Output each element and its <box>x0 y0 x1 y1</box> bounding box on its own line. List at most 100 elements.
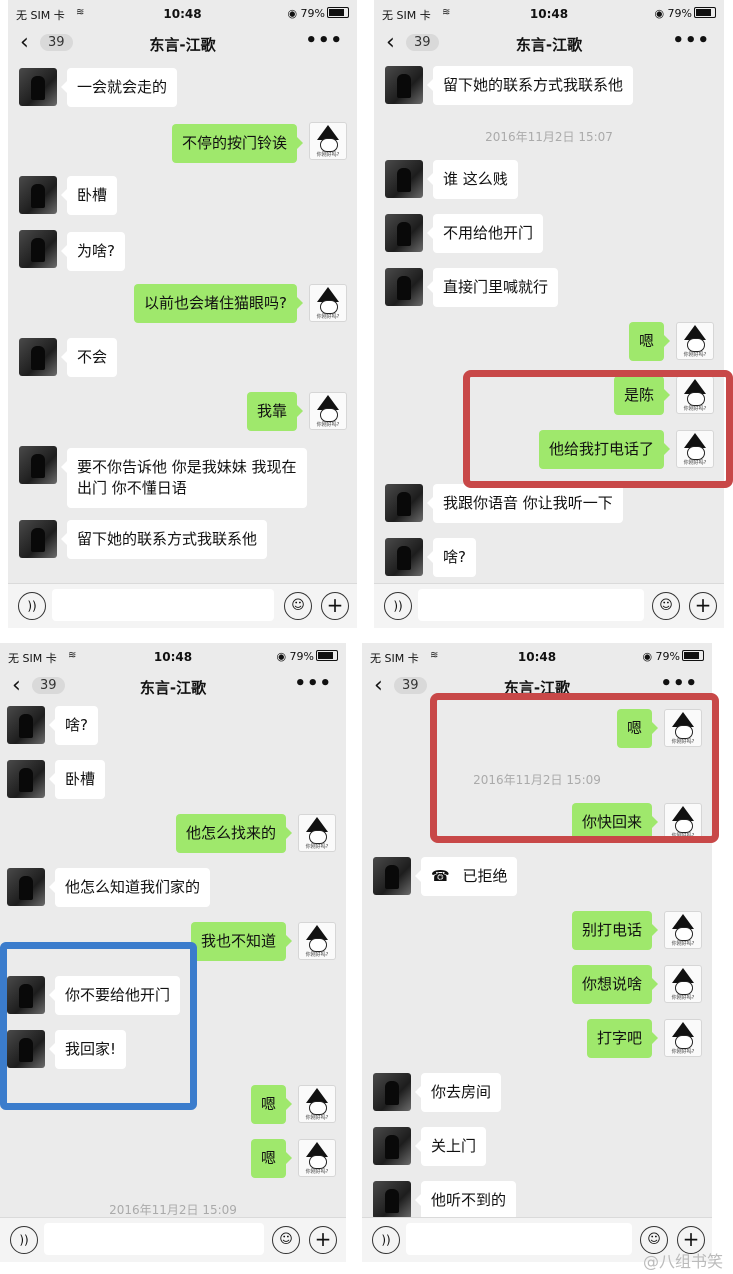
message-bubble[interactable]: 一会就会走的 <box>60 68 178 107</box>
message-bubble[interactable]: 是陈 <box>613 376 671 415</box>
message-bubble[interactable]: 啥? <box>49 706 98 745</box>
contact-avatar[interactable] <box>385 66 423 104</box>
battery-icon <box>682 650 704 661</box>
message-bubble[interactable]: 要不你告诉他 你是我妹妹 我现在出门 你不懂日语 <box>61 448 307 508</box>
user-avatar[interactable]: 你刚好吗? <box>664 803 702 841</box>
message-input[interactable] <box>406 1223 632 1255</box>
more-options-icon[interactable]: ••• <box>294 673 332 694</box>
message-bubble[interactable]: 留下她的联系方式我联系他 <box>426 66 634 105</box>
message-bubble[interactable]: 我跟你语音 你让我听一下 <box>427 484 623 523</box>
user-avatar[interactable]: 你刚好吗? <box>676 430 714 468</box>
contact-avatar[interactable] <box>19 68 57 106</box>
battery-icon <box>316 650 338 661</box>
nav-bar: ‹ 39 东言-江歌 ••• <box>8 26 357 62</box>
contact-avatar[interactable] <box>373 857 411 895</box>
contact-avatar[interactable] <box>7 868 45 906</box>
location-icon: ◉ <box>287 7 298 20</box>
voice-icon[interactable]: )) <box>10 1226 38 1254</box>
nav-bar: ‹ 39 东言-江歌 ••• <box>362 669 712 705</box>
message-bubble[interactable]: 嗯 <box>250 1139 293 1178</box>
phone-hangup-icon: ☎ <box>431 867 450 885</box>
message-bubble[interactable]: 以前也会堵住猫眼吗? <box>134 284 303 323</box>
contact-avatar[interactable] <box>19 176 57 214</box>
message-bubble[interactable]: 我靠 <box>246 392 304 431</box>
user-avatar[interactable]: 你刚好吗? <box>676 322 714 360</box>
user-avatar[interactable]: 你刚好吗? <box>664 709 702 747</box>
contact-avatar[interactable] <box>7 976 45 1014</box>
message-bubble[interactable]: 他给我打电话了 <box>538 430 671 469</box>
message-bubble[interactable]: 嗯 <box>628 322 671 361</box>
nav-bar: ‹ 39 东言-江歌 ••• <box>0 669 346 705</box>
contact-avatar[interactable] <box>385 484 423 522</box>
user-avatar[interactable]: 你刚好吗? <box>298 814 336 852</box>
call-declined-bubble[interactable]: ☎ 已拒绝 <box>414 857 518 896</box>
more-options-icon[interactable]: ••• <box>672 30 710 51</box>
message-bubble[interactable]: 我回家! <box>48 1030 127 1069</box>
message-bubble[interactable]: 你去房间 <box>414 1073 502 1112</box>
location-icon: ◉ <box>642 650 653 663</box>
location-icon: ◉ <box>654 7 665 20</box>
emoji-icon[interactable]: ☺ <box>272 1226 300 1254</box>
message-bubble[interactable]: 卧槽 <box>60 176 118 215</box>
user-avatar[interactable]: 你刚好吗? <box>664 911 702 949</box>
message-input[interactable] <box>52 589 274 621</box>
plus-icon[interactable]: + <box>309 1226 337 1254</box>
contact-avatar[interactable] <box>7 1030 45 1068</box>
message-bubble[interactable]: 我也不知道 <box>190 922 293 961</box>
user-avatar[interactable]: 你刚好吗? <box>309 122 347 160</box>
user-avatar[interactable]: 你刚好吗? <box>664 1019 702 1057</box>
message-bubble[interactable]: 你快回来 <box>571 803 659 842</box>
message-bubble[interactable]: 关上门 <box>414 1127 487 1166</box>
message-input[interactable] <box>418 589 644 621</box>
contact-avatar[interactable] <box>385 214 423 252</box>
watermark: @八组书笑 <box>642 1252 723 1271</box>
plus-icon[interactable]: + <box>321 592 349 620</box>
user-avatar[interactable]: 你刚好吗? <box>298 922 336 960</box>
message-input[interactable] <box>44 1223 264 1255</box>
message-bubble[interactable]: 你不要给他开门 <box>48 976 181 1015</box>
contact-avatar[interactable] <box>19 338 57 376</box>
contact-avatar[interactable] <box>385 268 423 306</box>
contact-avatar[interactable] <box>7 706 45 744</box>
user-avatar[interactable]: 你刚好吗? <box>309 284 347 322</box>
contact-avatar[interactable] <box>7 760 45 798</box>
contact-avatar[interactable] <box>373 1127 411 1165</box>
message-bubble[interactable]: 为啥? <box>61 232 125 271</box>
message-bubble[interactable]: 不停的按门铃诶 <box>171 124 304 163</box>
voice-icon[interactable]: )) <box>18 592 46 620</box>
message-bubble[interactable]: 直接门里喊就行 <box>426 268 559 307</box>
contact-avatar[interactable] <box>19 230 57 268</box>
voice-icon[interactable]: )) <box>372 1226 400 1254</box>
message-bubble[interactable]: 啥? <box>427 538 476 577</box>
message-bubble[interactable]: 你想说啥 <box>571 965 659 1004</box>
contact-avatar[interactable] <box>373 1073 411 1111</box>
message-bubble[interactable]: 他听不到的 <box>414 1181 517 1220</box>
message-bubble[interactable]: 嗯 <box>616 709 659 748</box>
contact-avatar[interactable] <box>19 446 57 484</box>
message-bubble[interactable]: 卧槽 <box>48 760 106 799</box>
emoji-icon[interactable]: ☺ <box>284 592 312 620</box>
message-bubble[interactable]: 不会 <box>60 338 118 377</box>
emoji-icon[interactable]: ☺ <box>652 592 680 620</box>
more-options-icon[interactable]: ••• <box>660 673 698 694</box>
message-bubble[interactable]: 他怎么知道我们家的 <box>48 868 211 907</box>
contact-avatar[interactable] <box>385 160 423 198</box>
contact-avatar[interactable] <box>19 520 57 558</box>
user-avatar[interactable]: 你刚好吗? <box>309 392 347 430</box>
more-options-icon[interactable]: ••• <box>305 30 343 51</box>
contact-avatar[interactable] <box>373 1181 411 1219</box>
user-avatar[interactable]: 你刚好吗? <box>298 1139 336 1177</box>
user-avatar[interactable]: 你刚好吗? <box>664 965 702 1003</box>
user-avatar[interactable]: 你刚好吗? <box>298 1085 336 1123</box>
plus-icon[interactable]: + <box>689 592 717 620</box>
message-bubble[interactable]: 留下她的联系方式我联系他 <box>60 520 268 559</box>
message-bubble[interactable]: 谁 这么贱 <box>427 160 518 199</box>
voice-icon[interactable]: )) <box>384 592 412 620</box>
message-bubble[interactable]: 嗯 <box>250 1085 293 1124</box>
message-bubble[interactable]: 不用给他开门 <box>426 214 544 253</box>
message-bubble[interactable]: 别打电话 <box>571 911 659 950</box>
message-bubble[interactable]: 他怎么找来的 <box>175 814 293 853</box>
user-avatar[interactable]: 你刚好吗? <box>676 376 714 414</box>
message-bubble[interactable]: 打字吧 <box>586 1019 659 1058</box>
contact-avatar[interactable] <box>385 538 423 576</box>
